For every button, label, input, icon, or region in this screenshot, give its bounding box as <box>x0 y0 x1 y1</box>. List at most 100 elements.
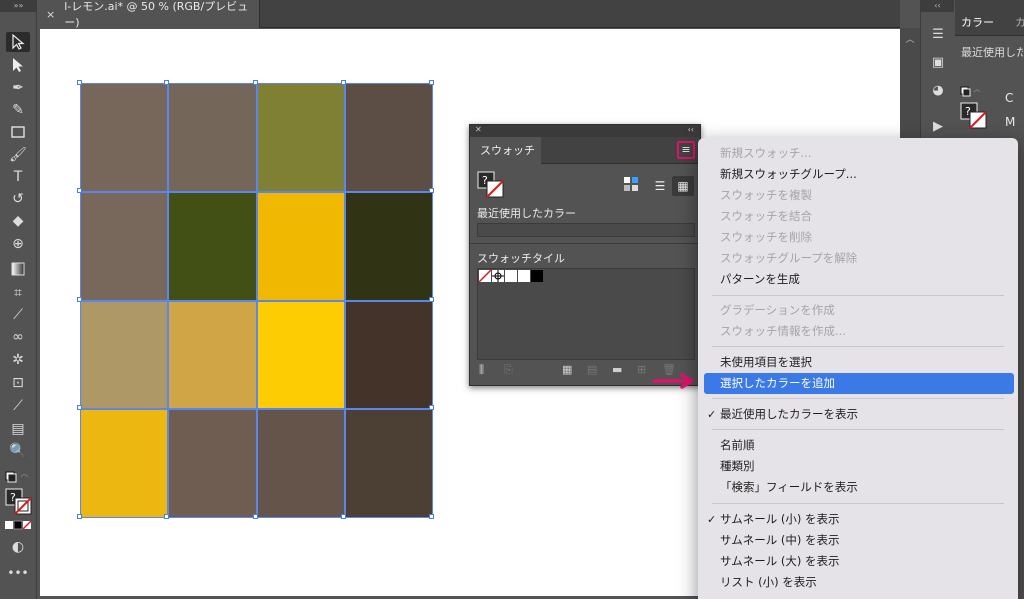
swatches-panel-titlebar[interactable]: ✕ ‹‹ <box>470 125 700 137</box>
menu-item[interactable]: サムネール (中) を表示 <box>704 530 1014 551</box>
color-tile[interactable] <box>80 300 169 410</box>
menu-item[interactable]: ✓ サムネール (小) を表示 <box>704 509 1014 530</box>
thumbnail-view-icon[interactable]: ▦ <box>672 176 694 196</box>
type-tool-icon[interactable]: T <box>6 167 30 187</box>
place-swatch-icon[interactable]: ⎘ <box>504 363 513 377</box>
color-tab[interactable]: カラー <box>961 14 994 30</box>
color-tile[interactable] <box>344 300 433 410</box>
curvature-tool-icon[interactable]: ✎ <box>6 100 30 120</box>
color-tile[interactable] <box>256 83 345 192</box>
color-tile[interactable] <box>168 83 257 192</box>
color-tile[interactable] <box>256 409 345 518</box>
panel-menu-button[interactable]: ≡ <box>677 141 695 159</box>
selection-handle[interactable] <box>77 297 82 302</box>
color-tile[interactable] <box>168 191 257 301</box>
menu-item[interactable]: 「検索」フィールドを表示 <box>704 477 1014 498</box>
color-tile[interactable] <box>168 409 257 518</box>
color-tile[interactable] <box>344 83 433 192</box>
swatch-options-icon[interactable]: ▤ <box>587 363 597 376</box>
color-tile[interactable] <box>256 191 345 301</box>
menu-item[interactable]: 選択したカラーを追加 <box>704 373 1014 394</box>
collapse-panel-icon[interactable]: ‹‹ <box>688 125 694 134</box>
selection-handle[interactable] <box>164 80 169 85</box>
more-tools-icon[interactable]: ••• <box>6 563 30 583</box>
color-tile[interactable] <box>80 409 169 518</box>
selection-handle[interactable] <box>429 188 434 193</box>
libraries-panel-icon[interactable]: ◕ <box>927 80 949 100</box>
zoom-tool-icon[interactable]: 🔍 <box>6 441 30 461</box>
swatch-fill-stroke-icon[interactable]: ? <box>477 171 505 202</box>
paintbrush-tool-icon[interactable]: 🖌 <box>6 145 30 165</box>
recent-colors-strip[interactable] <box>477 223 695 237</box>
scroll-up-icon[interactable]: ︿ <box>900 32 920 45</box>
menu-item[interactable]: 種類別 <box>704 456 1014 477</box>
selection-handle[interactable] <box>77 80 82 85</box>
color-tile[interactable] <box>80 83 169 192</box>
selection-handle[interactable] <box>341 80 346 85</box>
menu-item[interactable]: パターンを生成 <box>704 269 1014 290</box>
layers-panel-icon[interactable]: ▣ <box>927 52 949 72</box>
color-tile[interactable] <box>80 191 169 301</box>
properties-panel-icon[interactable]: ☰ <box>927 24 949 44</box>
selection-handle[interactable] <box>429 514 434 519</box>
color-tile[interactable] <box>344 409 433 518</box>
selection-handle[interactable] <box>77 514 82 519</box>
selected-artwork-grid[interactable] <box>80 83 433 518</box>
draw-mode-icon[interactable]: ◐ <box>6 537 30 557</box>
selection-handle[interactable] <box>77 188 82 193</box>
dock-grip[interactable]: ‹‹ <box>921 0 954 12</box>
selection-handle[interactable] <box>341 514 346 519</box>
pen-tool-icon[interactable]: ✒ <box>6 78 30 98</box>
selection-handle[interactable] <box>429 297 434 302</box>
color-mode-buttons[interactable] <box>5 520 33 530</box>
menu-item[interactable]: 新規スウォッチグループ... <box>704 164 1014 185</box>
color-guide-tab[interactable]: カ <box>1015 14 1024 30</box>
swatch-group-area[interactable] <box>477 268 695 360</box>
close-tab-icon[interactable]: × <box>46 8 55 21</box>
color-fill-stroke-icon[interactable]: ? <box>960 102 988 133</box>
swap-fill-stroke-icon[interactable] <box>5 469 31 485</box>
eraser-tool-icon[interactable]: ◆ <box>6 211 30 231</box>
fill-stroke-indicator-icon[interactable]: ? <box>5 488 33 516</box>
black-swatch[interactable] <box>531 270 543 282</box>
menu-item[interactable]: ✓ 最近使用したカラーを表示 <box>704 404 1014 425</box>
selection-handle[interactable] <box>164 514 169 519</box>
selection-tool-icon[interactable] <box>6 32 30 52</box>
symbol-sprayer-tool-icon[interactable]: ✲ <box>6 350 30 370</box>
registration-swatch[interactable] <box>492 270 504 282</box>
blend-tool-icon[interactable]: ∞ <box>6 327 30 347</box>
selection-handle[interactable] <box>253 80 258 85</box>
shape-builder-tool-icon[interactable]: ⊕ <box>6 234 30 254</box>
swatches-tab[interactable]: スウォッチ <box>470 137 541 164</box>
menu-item[interactable]: リスト (小) を表示 <box>704 572 1014 593</box>
white-swatch[interactable] <box>505 270 517 282</box>
toolbar-grip[interactable]: »» <box>0 0 37 12</box>
new-color-group-icon[interactable]: ▬ <box>612 363 622 376</box>
mesh-tool-icon[interactable]: ⌗ <box>6 283 30 303</box>
gradient-tool-icon[interactable] <box>6 259 30 279</box>
eyedropper-tool-icon[interactable]: ⟋ <box>6 305 30 325</box>
selection-handle[interactable] <box>429 80 434 85</box>
menu-item[interactable]: 未使用項目を選択 <box>704 352 1014 373</box>
color-swap-icon[interactable] <box>960 86 982 101</box>
swatch-library-icon[interactable]: ⫼ <box>479 363 484 377</box>
color-tile[interactable] <box>168 300 257 410</box>
slice-tool-icon[interactable]: ⟋ <box>6 396 30 416</box>
selection-handle[interactable] <box>77 405 82 410</box>
color-tile[interactable] <box>344 191 433 301</box>
document-tab[interactable]: × l-レモン.ai* @ 50 % (RGB/プレビュー) <box>38 0 260 29</box>
none-swatch[interactable] <box>479 270 491 282</box>
direct-selection-tool-icon[interactable] <box>6 55 30 75</box>
graph-tool-icon[interactable]: ▤ <box>6 419 30 439</box>
show-kinds-icon[interactable]: ▦ <box>562 363 572 376</box>
artboard-tool-icon[interactable]: ⊡ <box>6 373 30 393</box>
color-tile[interactable] <box>256 300 345 410</box>
menu-item[interactable]: 名前順 <box>704 435 1014 456</box>
swatch-kinds-icon[interactable] <box>620 176 642 196</box>
new-swatch-icon[interactable]: ⊞ <box>637 363 646 376</box>
rotate-tool-icon[interactable]: ↺ <box>6 189 30 209</box>
selection-handle[interactable] <box>429 405 434 410</box>
rectangle-tool-icon[interactable] <box>6 122 30 142</box>
actions-panel-icon[interactable]: ▶ <box>927 116 949 136</box>
selection-handle[interactable] <box>253 514 258 519</box>
